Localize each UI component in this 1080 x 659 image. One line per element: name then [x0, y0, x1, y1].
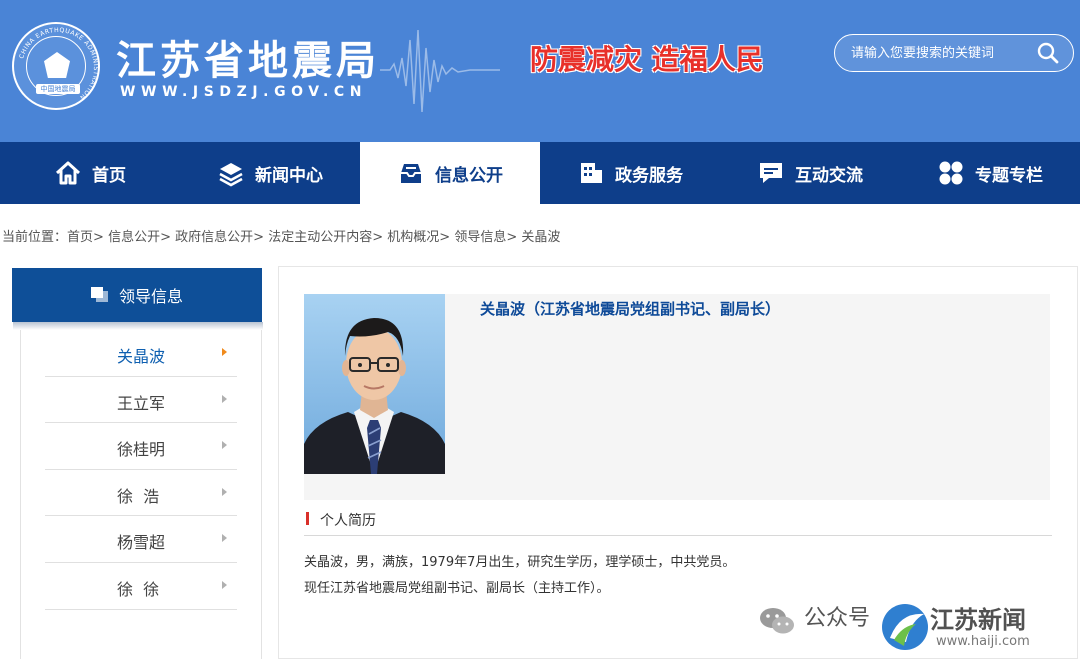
nav-item-interaction[interactable]: 互动交流: [720, 142, 900, 204]
leader-title: 关晶波（江苏省地震局党组副书记、副局长）: [480, 300, 781, 318]
breadcrumb-link-org[interactable]: 机构概况: [387, 230, 439, 245]
breadcrumb-separator: >: [372, 230, 384, 245]
chat-icon: [760, 163, 782, 183]
watermark-brand: 江苏新闻: [930, 606, 1026, 634]
sidebar-item-label: 王立军: [117, 393, 166, 413]
bio-line: 现任江苏省地震局党组副书记、副局长（主持工作）。: [304, 581, 610, 596]
bio-section-header: 个人简历: [304, 510, 1052, 536]
nav-item-news[interactable]: 新闻中心: [180, 142, 360, 204]
breadcrumb-link-leaders[interactable]: 领导信息: [454, 230, 506, 245]
brand-logo-icon: [882, 604, 928, 650]
squares-icon: [90, 287, 109, 303]
caret-right-icon: [222, 580, 227, 589]
breadcrumb: 当前位置：首页> 信息公开> 政府信息公开> 法定主动公开内容> 机构概况> 领…: [2, 226, 560, 245]
nav-item-home[interactable]: 首页: [0, 142, 180, 204]
inbox-icon: [401, 164, 421, 183]
site-title[interactable]: 江苏省地震局: [116, 28, 380, 86]
main-nav: 首页 新闻中心 信息公开 政务服务 互动交流 专题专栏: [0, 142, 1080, 204]
earthquake-administration-logo[interactable]: CHINA EARTHQUAKE ADMINISTRATION 中国地震局: [12, 22, 100, 110]
sidebar-header: 领导信息: [12, 268, 262, 322]
breadcrumb-prefix: 当前位置：: [2, 230, 68, 245]
bio-section-title: 个人简历: [320, 513, 376, 529]
caret-right-icon: [222, 394, 227, 403]
wechat-icon: [760, 608, 794, 634]
sidebar: 领导信息 关晶波 王立军 徐桂明 徐 浩 杨雪超 徐 徐: [12, 268, 263, 659]
site-header: CHINA EARTHQUAKE ADMINISTRATION 中国地震局 江苏…: [0, 0, 1080, 142]
nav-item-label: 首页: [92, 165, 126, 186]
section-marker: [306, 512, 309, 525]
sidebar-item-label: 杨雪超: [117, 533, 166, 553]
slogan: 防震减灾 造福人民: [530, 43, 764, 76]
nav-item-special-topics[interactable]: 专题专栏: [900, 142, 1080, 204]
nav-item-label: 互动交流: [795, 165, 863, 186]
sidebar-body: 关晶波 王立军 徐桂明 徐 浩 杨雪超 徐 徐: [13, 322, 263, 659]
sidebar-item-leader[interactable]: 关晶波: [45, 330, 237, 377]
search-icon[interactable]: [1037, 42, 1059, 64]
search-input[interactable]: [851, 43, 1031, 63]
nav-item-gov-services[interactable]: 政务服务: [540, 142, 720, 204]
bio-line: 关晶波，男，满族，1979年7月出生，研究生学历，理学硕士，中共党员。: [304, 555, 736, 570]
sidebar-list: 关晶波 王立军 徐桂明 徐 浩 杨雪超 徐 徐: [45, 330, 237, 610]
sidebar-item-label: 徐 浩: [117, 486, 160, 506]
sidebar-title: 领导信息: [118, 287, 183, 306]
sidebar-item-leader[interactable]: 徐 徐: [45, 563, 237, 610]
sidebar-header-shadow: [13, 322, 263, 330]
caret-right-icon: [222, 441, 227, 450]
sidebar-item-leader[interactable]: 徐桂明: [45, 423, 237, 470]
caret-right-icon: [222, 534, 227, 543]
watermark-domain: www.haiji.com: [936, 634, 1030, 649]
sidebar-item-label: 徐 徐: [117, 579, 160, 599]
layers-icon: [219, 163, 243, 187]
breadcrumb-current: 关晶波: [521, 230, 561, 245]
sidebar-item-leader[interactable]: 杨雪超: [45, 516, 237, 563]
nav-item-label: 信息公开: [435, 165, 503, 186]
home-icon: [55, 161, 81, 185]
leader-portrait: [304, 294, 445, 474]
breadcrumb-link-info[interactable]: 信息公开: [108, 230, 160, 245]
caret-right-icon: [222, 348, 227, 356]
breadcrumb-link-gov-info[interactable]: 政府信息公开: [175, 230, 253, 245]
watermark: 公众号 江苏新闻 www.haiji.com: [758, 598, 1080, 659]
nav-item-label: 政务服务: [615, 165, 683, 186]
breadcrumb-separator: >: [506, 230, 518, 245]
logo-base-label: 中国地震局: [36, 84, 80, 94]
bio-text: 关晶波，男，满族，1979年7月出生，研究生学历，理学硕士，中共党员。 现任江苏…: [304, 550, 735, 602]
grid-icon: [939, 161, 963, 185]
caret-right-icon: [222, 487, 227, 496]
breadcrumb-separator: >: [439, 230, 451, 245]
sidebar-item-label: 徐桂明: [117, 440, 166, 460]
sidebar-item-leader[interactable]: 徐 浩: [45, 470, 237, 517]
watermark-label: 公众号: [804, 606, 871, 631]
breadcrumb-separator: >: [93, 230, 104, 245]
sidebar-item-label: 关晶波: [117, 347, 166, 366]
portrait-image: [304, 294, 445, 474]
nav-item-label: 新闻中心: [255, 165, 323, 186]
building-icon: [581, 163, 602, 183]
breadcrumb-separator: >: [160, 230, 171, 245]
seismic-wave-decoration: [380, 29, 500, 113]
breadcrumb-link-home[interactable]: 首页: [67, 230, 93, 245]
sidebar-item-leader[interactable]: 王立军: [45, 377, 237, 424]
nav-item-label: 专题专栏: [975, 165, 1043, 186]
nav-item-info-disclosure[interactable]: 信息公开: [360, 142, 540, 204]
breadcrumb-link-statutory[interactable]: 法定主动公开内容: [268, 230, 372, 245]
site-url: WWW.JSDZJ.GOV.CN: [120, 84, 368, 100]
search-box: [834, 34, 1074, 72]
breadcrumb-separator: >: [253, 230, 265, 245]
